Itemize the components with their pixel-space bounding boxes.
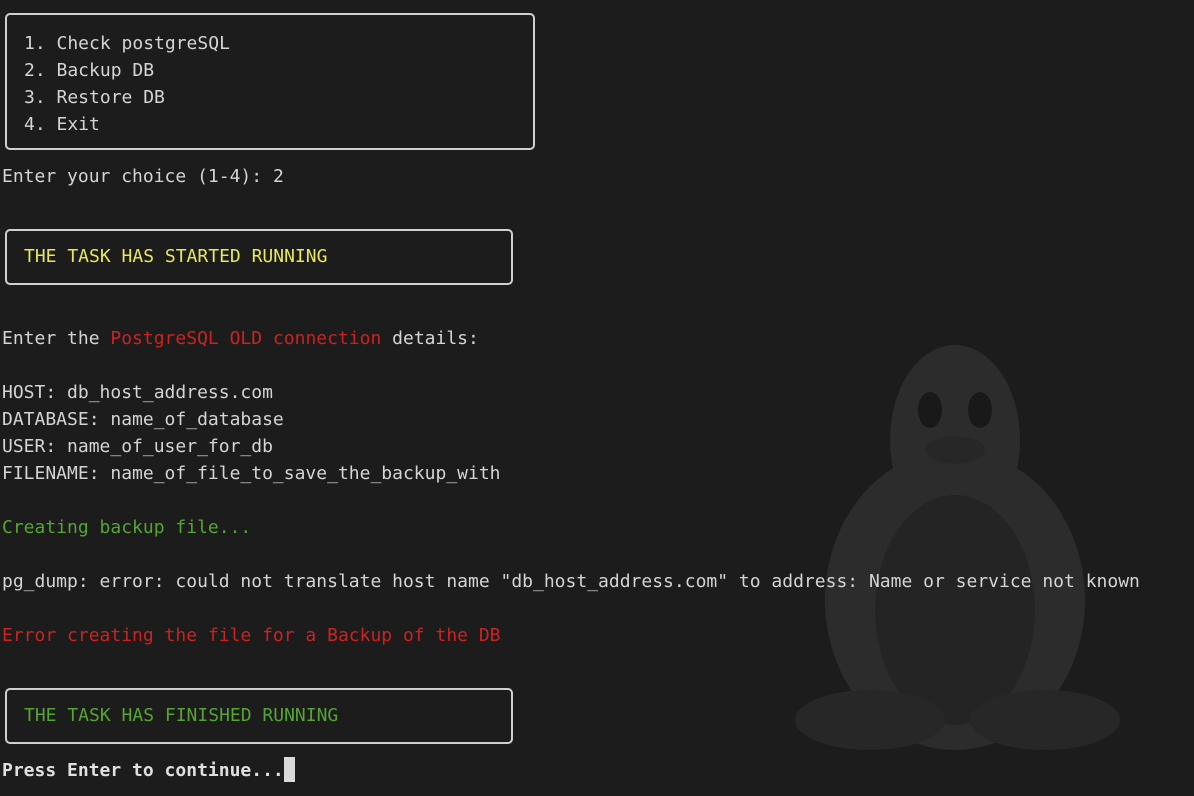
connection-header: Enter the PostgreSQL OLD connection deta… xyxy=(2,325,479,352)
status-end-box: THE TASK HAS FINISHED RUNNING xyxy=(5,688,513,744)
menu-item-check: 1. Check postgreSQL xyxy=(24,33,230,54)
terminal-cursor[interactable] xyxy=(283,756,295,782)
menu-item-exit: 4. Exit xyxy=(24,114,100,135)
database-field: DATABASE: name_of_database xyxy=(2,409,284,430)
menu-item-backup: 2. Backup DB xyxy=(24,60,155,81)
choice-prompt: Enter your choice (1-4): 2 xyxy=(2,163,284,190)
host-field: HOST: db_host_address.com xyxy=(2,382,273,403)
backup-error-message: Error creating the file for a Backup of … xyxy=(2,625,501,646)
filename-field: FILENAME: name_of_file_to_save_the_backu… xyxy=(2,463,501,484)
status-end-text: THE TASK HAS FINISHED RUNNING xyxy=(24,705,339,726)
pg-dump-error: pg_dump: error: could not translate host… xyxy=(2,571,1140,592)
choice-prompt-label: Enter your choice (1-4): xyxy=(2,166,273,187)
continue-prompt[interactable]: Press Enter to continue... xyxy=(2,756,295,784)
choice-input-value: 2 xyxy=(272,166,284,187)
continue-prompt-text: Press Enter to continue... xyxy=(2,760,284,781)
connection-highlight: PostgreSQL OLD connection xyxy=(110,328,382,349)
tux-penguin-icon xyxy=(795,345,1120,750)
user-field: USER: name_of_user_for_db xyxy=(2,436,273,457)
connection-suffix: details: xyxy=(381,328,479,349)
creating-backup-message: Creating backup file... xyxy=(2,517,252,538)
status-start-box: THE TASK HAS STARTED RUNNING xyxy=(5,229,513,285)
status-start-text: THE TASK HAS STARTED RUNNING xyxy=(24,246,328,267)
menu-item-restore: 3. Restore DB xyxy=(24,87,165,108)
connection-prefix: Enter the xyxy=(2,328,111,349)
menu-box: 1. Check postgreSQL 2. Backup DB 3. Rest… xyxy=(5,13,535,150)
